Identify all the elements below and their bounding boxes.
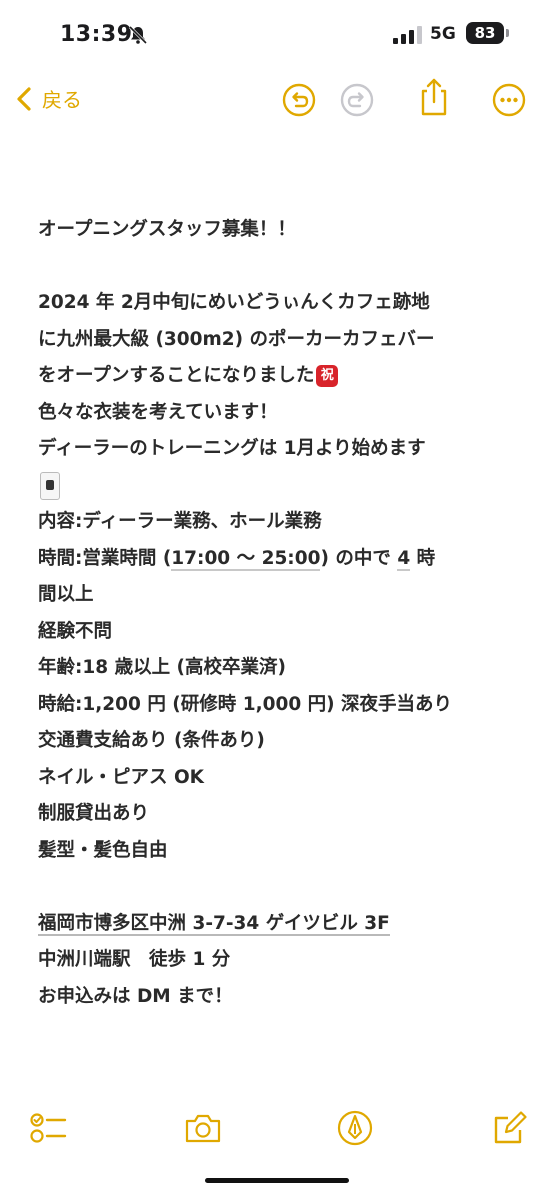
note-line: 髪型・髪色自由 [38,839,168,861]
min-hours: 4 [397,547,411,571]
note-line: 福岡市博多区中洲 3-7-34 ゲイツビル 3F [38,906,528,943]
network-type: 5G [430,24,456,44]
note-line: 中洲川端駅 徒歩 1 分 [38,949,231,970]
note-line: 内容:ディーラー業務、ホール業務 [38,511,322,532]
note-line: 間以上 [38,584,94,605]
note-line: お申込みは DM まで！ [38,985,233,1007]
celebration-emoji-icon: 祝 [316,365,339,387]
bottom-toolbar [0,1100,554,1160]
back-label: 戻る [42,88,82,112]
note-text: 時 [410,547,436,569]
battery-level: 83 [474,24,496,42]
redo-icon[interactable] [339,82,375,118]
note-text: ) の中で [320,547,398,569]
home-indicator[interactable] [205,1178,349,1183]
silent-bell-icon [128,25,148,45]
battery-tip [506,29,509,37]
note-line: 時給:1,200 円 (研修時 1,000 円) 深夜手当あり [38,693,453,715]
more-icon[interactable] [491,82,527,118]
note-line: 交通費支給あり (条件あり) [38,730,265,751]
note-text: 時間:営業時間 ( [38,547,172,569]
hours-range: 17:00 〜 25:00 [171,547,321,571]
note-title: オープニングスタッフ募集！！ [38,219,296,240]
share-icon[interactable] [416,76,452,118]
status-time: 13:39 [60,22,133,47]
note-line: をオープンすることになりました祝 [38,358,528,395]
nav-bar: 戻る [0,70,554,130]
note-text: をオープンすることになりました [38,365,315,386]
note-line: 制服貸出あり [38,803,150,824]
note-line [38,468,528,505]
note-body[interactable]: オープニングスタッフ募集！！ 2024 年 2月中旬にめいどうぃんくカフェ跡地 … [38,212,528,1015]
back-button[interactable]: 戻る [14,84,82,113]
note-line: 2024 年 2月中旬にめいどうぃんくカフェ跡地 [38,292,430,313]
compose-icon[interactable] [490,1108,530,1148]
note-line: に九州最大級 (300m2) のポーカーカフェバー [38,328,435,350]
note-line: ディーラーのトレーニングは 1月より始めます [38,438,426,459]
camera-icon[interactable] [183,1108,223,1148]
checklist-icon[interactable] [28,1108,68,1148]
chevron-left-icon [17,86,31,111]
undo-icon[interactable] [281,82,317,118]
note-line: 年齢:18 歳以上 (高校卒業済) [38,657,286,678]
note-line: 時間:営業時間 (17:00 〜 25:00) の中で 4 時 [38,541,528,578]
battery-icon: 83 [466,22,504,44]
address-link[interactable]: 福岡市博多区中洲 3-7-34 ゲイツビル 3F [38,912,390,936]
cellular-signal-icon [393,26,422,44]
note-line: 色々な衣装を考えています！ [38,401,278,423]
status-bar: 13:39 5G 83 [0,0,554,70]
note-line: ネイル・ピアス OK [38,766,205,788]
note-line: 経験不問 [38,620,113,642]
playing-card-emoji-icon [40,471,60,500]
markup-pen-icon[interactable] [335,1108,375,1148]
